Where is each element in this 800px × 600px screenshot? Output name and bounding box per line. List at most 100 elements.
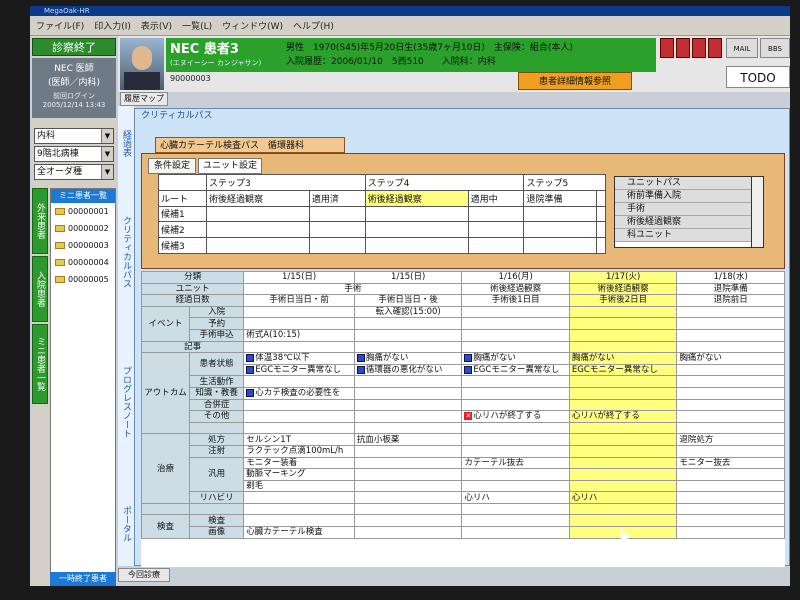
- grid-cell[interactable]: 転入確認(15:00): [353, 305, 463, 319]
- day-cell: 手術日当日・前: [243, 294, 355, 307]
- patient-detail-button[interactable]: 患者詳細情報参照: [518, 72, 632, 90]
- unit-cell[interactable]: 手術: [243, 282, 463, 296]
- grid-cell[interactable]: 心リハが終了する: [568, 410, 678, 423]
- grid-cell[interactable]: ラクテック点滴100mL/h: [243, 444, 355, 458]
- grid-cell[interactable]: モニター装着: [243, 456, 355, 470]
- checkbox-icon[interactable]: [356, 353, 365, 362]
- grid-cell[interactable]: 胸痛がない: [353, 352, 463, 365]
- list-item[interactable]: 科ユニット: [615, 229, 763, 242]
- step-header: ステップ5: [523, 174, 606, 191]
- unit-cell[interactable]: 退院準備: [676, 282, 785, 296]
- grid-cell[interactable]: 胸痛がない: [568, 352, 678, 365]
- route-cell[interactable]: 術後経過観察: [364, 189, 469, 207]
- grid-cell[interactable]: 心リハ: [461, 491, 570, 504]
- mail-button[interactable]: MAIL: [726, 38, 758, 58]
- current-consult-tab[interactable]: 今回診療: [118, 568, 170, 582]
- list-item[interactable]: 術前準備入院: [615, 190, 763, 203]
- menu-help[interactable]: ヘルプ(H): [293, 19, 334, 32]
- list-item[interactable]: 手術: [615, 203, 763, 216]
- unit-cell[interactable]: 術後経過観察: [461, 282, 570, 296]
- staff-icon[interactable]: [708, 38, 722, 58]
- checkbox-icon[interactable]: [246, 388, 255, 397]
- todo-button[interactable]: TODO: [726, 66, 790, 88]
- grid-cell[interactable]: 心リハ: [568, 491, 678, 504]
- tab-portal[interactable]: ポータル: [120, 506, 133, 542]
- grid-cell[interactable]: モニター抜去: [676, 456, 785, 470]
- menu-file[interactable]: ファイル(F): [36, 19, 84, 32]
- path-tab[interactable]: 心臓カテーテル検査パス 循環器科 2006/1/14 ～ 2006/1/19 (…: [155, 137, 345, 167]
- list-item[interactable]: 術後経過観察: [615, 216, 763, 229]
- unit-cell[interactable]: 術後経過観察: [568, 282, 678, 296]
- list-item[interactable]: 00000002: [51, 220, 115, 237]
- end-consult-button[interactable]: 診察終了: [32, 38, 116, 56]
- cell-text: 循環器の悪化がない: [365, 365, 443, 376]
- grid-cell[interactable]: セルシン1T: [243, 433, 355, 446]
- ward-select[interactable]: 9階北病棟 ▼: [34, 146, 114, 162]
- row-label: 処方: [188, 433, 245, 446]
- staff-icon[interactable]: [692, 38, 706, 58]
- staff-icon[interactable]: [660, 38, 674, 58]
- order-select[interactable]: 全オーダ種 ▼: [34, 164, 114, 180]
- tab-mini-list[interactable]: ミニ患者一覧: [32, 324, 48, 404]
- cell-text: EGCモニター異常なし: [473, 365, 560, 376]
- grid-cell[interactable]: 心臓カテーテル検査: [243, 526, 355, 539]
- patient-info-line1: 男性 1970(S45)年5月20日生(35歳7ヶ月10日) 主保険：組合(本人…: [286, 43, 573, 53]
- date-cell: 1/17(火): [568, 271, 678, 284]
- grid-cell[interactable]: 退院処方: [676, 433, 785, 446]
- grid-cell[interactable]: 胸痛がない: [461, 352, 570, 365]
- bbs-button[interactable]: BBS: [760, 38, 790, 58]
- tab-progress-chart[interactable]: 経過表: [120, 130, 133, 157]
- staff-icon[interactable]: [676, 38, 690, 58]
- grid-cell[interactable]: 動脈マーキング: [243, 468, 355, 481]
- tab-critical-path[interactable]: クリティカルパス: [120, 216, 133, 288]
- grid-cell[interactable]: 心カテ検査の必要性を: [243, 386, 355, 400]
- scrollbar[interactable]: [751, 177, 763, 247]
- grid-cell[interactable]: 胸痛がない: [676, 352, 785, 365]
- grid-cell[interactable]: 循環器の悪化がない: [353, 363, 463, 377]
- list-item[interactable]: 00000003: [51, 237, 115, 254]
- row-label: 分類: [141, 271, 245, 284]
- patient-vtabs: 外来患者 入院患者 ミニ患者一覧: [32, 188, 48, 428]
- grid-cell[interactable]: 体温38℃以下: [243, 352, 355, 365]
- grid-cell[interactable]: 抗血小板薬: [353, 433, 463, 446]
- chevron-down-icon[interactable]: ▼: [101, 129, 113, 143]
- menu-view[interactable]: 表示(V): [141, 19, 172, 32]
- temp-end-patient-button[interactable]: 一時終了患者: [50, 572, 116, 586]
- route-cell[interactable]: 術後経過観察: [206, 189, 310, 207]
- grid-cell[interactable]: EGCモニター異常なし: [243, 363, 355, 377]
- monitor: MegaOak-HR ファイル(F) 印入力(I) 表示(V) 一覧(L) ウィ…: [0, 0, 800, 600]
- list-item[interactable]: 00000004: [51, 254, 115, 271]
- tab-progress-note[interactable]: プログレスノート: [120, 366, 133, 438]
- grid-cell[interactable]: カテーテル抜去: [461, 456, 570, 470]
- tab-inpatient[interactable]: 入院患者: [32, 256, 48, 322]
- chevron-down-icon[interactable]: ▼: [101, 147, 113, 161]
- login-label: 前回ログイン: [53, 92, 95, 100]
- checkbox-icon[interactable]: [246, 365, 255, 374]
- tab-condition[interactable]: 条件設定: [148, 158, 196, 174]
- menu-window[interactable]: ウィンドウ(W): [222, 19, 283, 32]
- tab-outpatient[interactable]: 外来患者: [32, 188, 48, 254]
- unit-path-list: ユニットパス 術前準備入院 手術 術後経過観察 科ユニット: [614, 176, 764, 248]
- grid-cell[interactable]: 術式A(10:15): [243, 328, 355, 342]
- checkbox-icon[interactable]: [464, 353, 473, 362]
- checkbox-icon[interactable]: [464, 365, 473, 374]
- list-item[interactable]: 00000001: [51, 203, 115, 220]
- list-item[interactable]: 00000005: [51, 271, 115, 288]
- folder-icon: [55, 225, 65, 232]
- chevron-down-icon[interactable]: ▼: [101, 165, 113, 179]
- route-cell[interactable]: 退院準備: [523, 189, 598, 207]
- grid-cell[interactable]: 剃毛: [243, 479, 355, 493]
- menu-input[interactable]: 印入力(I): [94, 19, 131, 32]
- group-label: 検査: [141, 514, 190, 539]
- cell-text: EGCモニター異常なし: [255, 365, 342, 376]
- tab-unit-settings[interactable]: ユニット設定: [198, 158, 262, 174]
- grid-cell[interactable]: ✕ 心リハが終了する: [461, 410, 570, 423]
- x-checkbox-icon[interactable]: ✕: [464, 411, 473, 420]
- grid-cell[interactable]: EGCモニター異常なし: [568, 363, 678, 377]
- history-map-tab[interactable]: 履歴マップ: [120, 92, 168, 106]
- grid-cell[interactable]: EGCモニター異常なし: [461, 363, 570, 377]
- checkbox-icon[interactable]: [356, 365, 365, 374]
- dept-select[interactable]: 内科 ▼: [34, 128, 114, 144]
- checkbox-icon[interactable]: [246, 353, 255, 362]
- menu-list[interactable]: 一覧(L): [182, 19, 212, 32]
